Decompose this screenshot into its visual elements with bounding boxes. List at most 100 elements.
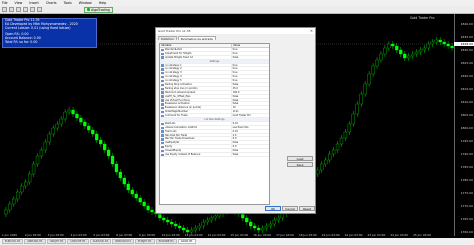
candle-body — [4, 209, 8, 215]
column-variable[interactable]: Variable — [160, 44, 232, 47]
price-tick: 1780.00 — [460, 178, 473, 182]
time-tick: 2 Jun 03:00 — [24, 233, 41, 237]
parameter-value[interactable]: true — [232, 79, 269, 82]
price-scale[interactable]: 1840.00 1835.00 1830.00 1825.00 1820.00 1815.… — [454, 14, 474, 236]
parameter-name: Use Equity instead of Balance — [165, 153, 232, 156]
menu-item[interactable]: Help — [99, 1, 107, 5]
parameter-value[interactable]: false — [232, 102, 269, 105]
chart-tab[interactable]: EURUSD,H1 — [2, 239, 24, 244]
price-tick: 1820.00 — [460, 74, 473, 78]
candle-body — [126, 183, 130, 191]
table-row[interactable]: Use Equity instead of Balance false — [160, 153, 269, 157]
chart-tab[interactable]: USDCHF,H1 — [67, 239, 89, 244]
price-tick: 1835.00 — [460, 35, 473, 39]
candle-body — [110, 155, 115, 165]
chart-tab[interactable]: USDJPY,H1 — [46, 239, 67, 244]
parameter-value[interactable]: false — [232, 95, 269, 98]
parameter-icon — [160, 83, 164, 87]
price-tick: 1805.00 — [460, 113, 473, 117]
parameter-value[interactable]: 0.01 — [232, 130, 269, 133]
menu-item[interactable]: Insert — [29, 1, 38, 5]
candle-body — [320, 163, 324, 171]
parameter-value[interactable]: true — [232, 71, 269, 74]
candle-body — [47, 133, 51, 143]
load-button[interactable]: Load — [287, 156, 313, 161]
profiles-icon[interactable] — [9, 7, 14, 12]
menu-item[interactable]: View — [15, 1, 23, 5]
reset-button[interactable]: Reset — [299, 206, 315, 211]
parameter-value[interactable]: 25.0 — [232, 87, 269, 90]
parameter-icon — [160, 122, 164, 125]
parameter-icon — [160, 110, 164, 114]
chart-tab[interactable]: EURJPY,H1 — [135, 239, 155, 244]
candle-body — [351, 113, 355, 125]
parameter-value[interactable]: 1111 — [232, 110, 269, 113]
tab-inputs[interactable]: Parámetros de entrada — [177, 35, 216, 40]
candle-body — [241, 213, 245, 219]
parameter-value[interactable]: 2.0 — [232, 134, 269, 137]
candle-body — [371, 65, 375, 75]
column-value[interactable]: Value — [232, 44, 240, 47]
candle-body — [197, 225, 201, 229]
price-tick: 1810.00 — [460, 100, 473, 104]
chart-tab[interactable]: GOLD,H1 — [177, 239, 196, 244]
menu-item[interactable]: Tools — [64, 1, 72, 5]
parameter-value[interactable]: use fixed lots — [232, 126, 269, 129]
time-tick: 8 Jun 03:00 — [116, 233, 133, 237]
parameter-value[interactable]: true — [232, 48, 269, 51]
time-tick: 3 Jun 03:00 — [47, 233, 64, 237]
navigator-icon[interactable] — [23, 7, 28, 12]
menu-item[interactable]: Window — [79, 1, 92, 5]
terminal-icon[interactable] — [30, 7, 35, 12]
candle-body — [205, 219, 209, 223]
parameter-name: OrderMagicNumber — [165, 110, 232, 114]
cancel-button[interactable]: Cancel — [282, 206, 298, 211]
parameter-value[interactable]: 0.01 — [232, 122, 269, 125]
algotrading-button[interactable]: AlgoTrading — [84, 6, 113, 13]
parameter-name: Fixed Lots — [165, 129, 232, 133]
parameter-value[interactable]: false — [232, 153, 269, 156]
candle-body — [249, 221, 253, 227]
price-tick: 1775.00 — [460, 191, 473, 195]
parameter-value[interactable]: false — [232, 149, 269, 152]
section-label: Lot Size Settings — [204, 118, 225, 122]
chart-tab[interactable]: NZDUSD,H1 — [112, 239, 135, 244]
candle-body — [193, 227, 198, 231]
candle-body — [446, 43, 450, 47]
tab-common[interactable]: Common — [158, 35, 177, 40]
parameter-value[interactable]: 0.0 — [232, 145, 269, 148]
chart-tab[interactable]: AUDUSD,H1 — [89, 239, 112, 244]
parameter-value[interactable]: true — [232, 75, 269, 78]
parameter-value[interactable]: false — [232, 83, 269, 86]
candle-body — [213, 215, 217, 219]
candle-body — [276, 217, 280, 221]
parameter-icon — [160, 56, 164, 59]
chart-tab[interactable]: EURGBP,H1 — [155, 239, 177, 244]
menu-item[interactable]: File — [2, 1, 8, 5]
close-icon[interactable]: ✕ — [310, 29, 313, 33]
tester-icon[interactable] — [37, 7, 42, 12]
parameter-value[interactable]: false — [232, 56, 269, 59]
parameter-value[interactable]: Gold Trader Pro — [232, 114, 269, 117]
save-button[interactable]: Save — [287, 162, 313, 167]
parameter-value[interactable]: 10 — [232, 106, 269, 109]
time-tick: 9 Jun 03:00 — [139, 233, 156, 237]
chart-tab[interactable]: GBPUSD,H1 — [24, 239, 46, 244]
candle-body — [430, 41, 434, 45]
parameter-value[interactable]: false — [232, 141, 269, 144]
parameter-icon — [160, 145, 164, 149]
parameter-value[interactable]: true — [232, 67, 269, 70]
ok-button[interactable]: OK — [265, 206, 281, 211]
toolbar: AlgoTrading — [0, 6, 474, 14]
parameter-value[interactable]: true — [232, 52, 269, 55]
parameter-value[interactable]: 0.0 — [232, 137, 269, 140]
candle-body — [146, 205, 150, 211]
parameter-name: UseEquitySL — [165, 141, 232, 145]
market-watch-icon[interactable] — [16, 7, 21, 12]
parameter-value[interactable]: true — [232, 64, 269, 67]
menu-item[interactable]: Charts — [46, 1, 57, 5]
parameter-value[interactable]: false — [232, 99, 269, 102]
parameter-name: UseTP_SL_Offset_Pips — [165, 94, 232, 98]
new-chart-icon[interactable] — [2, 7, 7, 12]
parameter-value[interactable]: 100.0 — [232, 91, 269, 94]
